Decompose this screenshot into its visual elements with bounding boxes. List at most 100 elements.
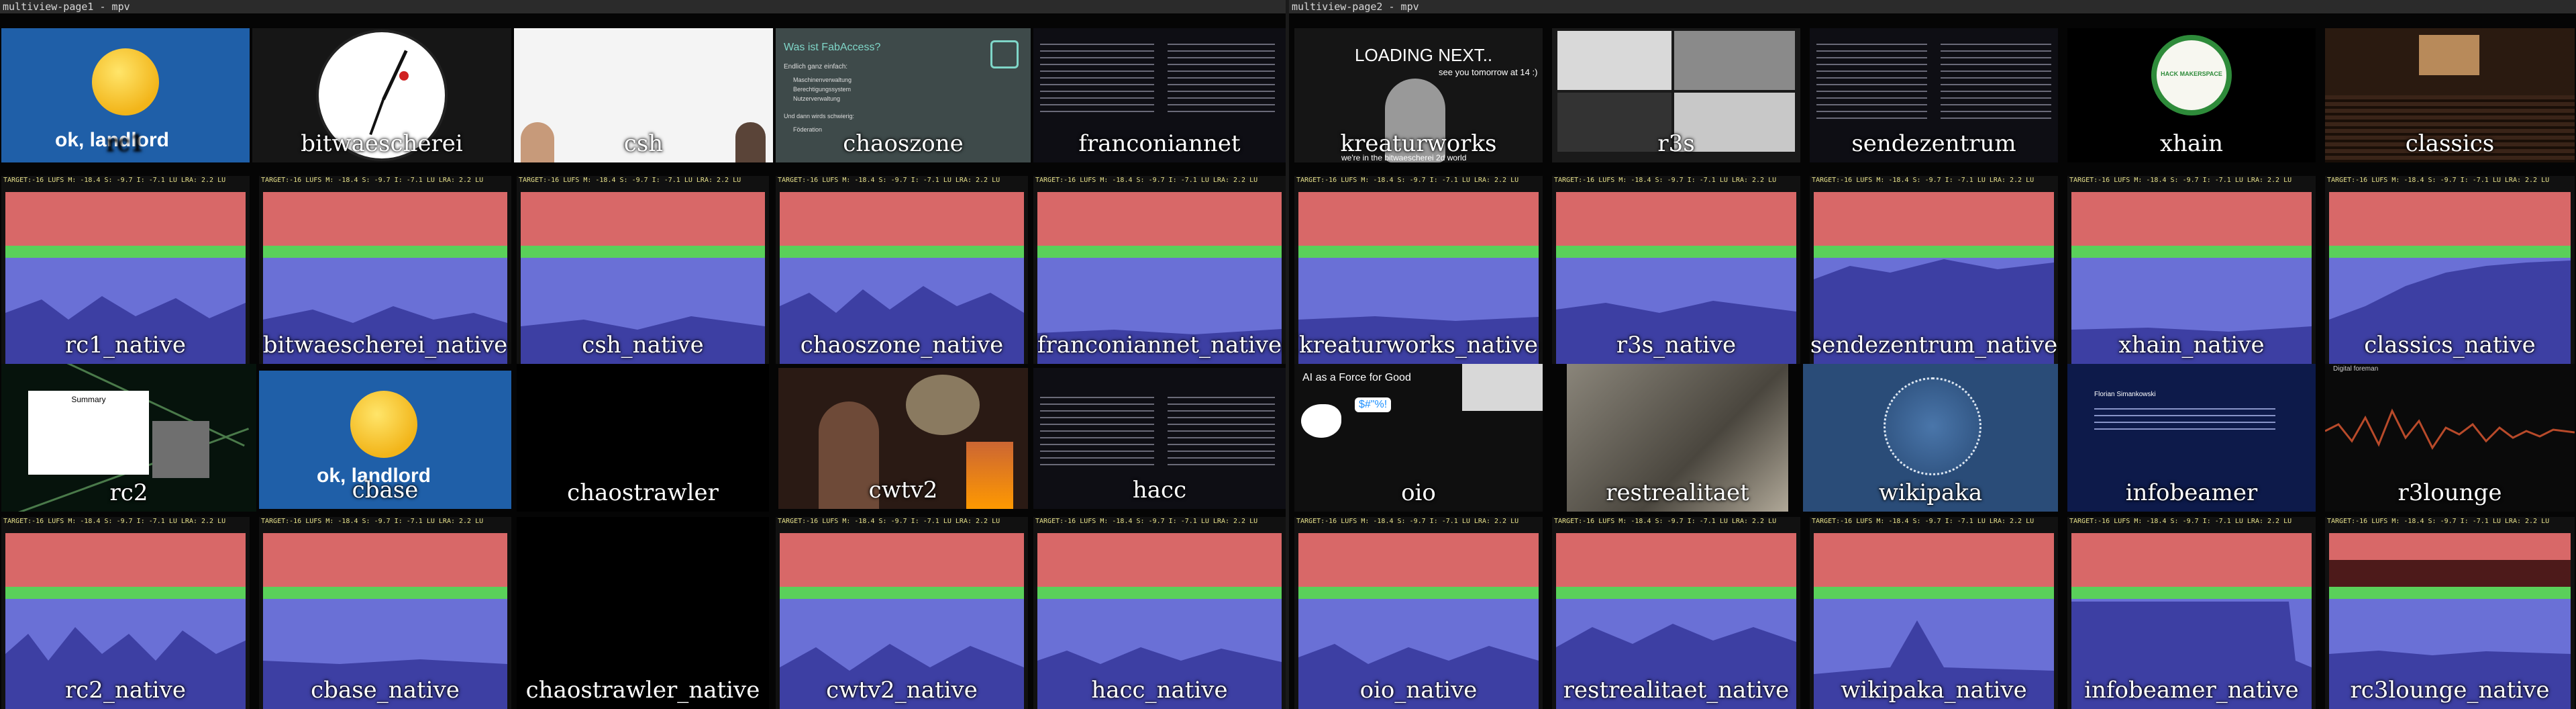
mpv-window-page2[interactable]: multiview-page2 - mpv LOADING NEXT.. see…	[1289, 0, 2576, 709]
xhain-logo-icon: HACK MAKERSPACE	[2151, 35, 2232, 115]
video-label: r3lounge	[2398, 479, 2502, 506]
video-tile-oio: AI as a Force for Good $#"%! oio	[1294, 364, 1543, 512]
video-label: xhain	[2159, 130, 2224, 157]
video-label: cwtv2	[868, 477, 938, 504]
meter-label: rc1_native	[65, 332, 186, 359]
video-label: r3s	[1657, 130, 1695, 157]
thinking-emoji-icon	[350, 391, 417, 458]
meter-label: infobeamer_native	[2084, 677, 2299, 704]
fabaccess-logo-icon	[990, 40, 1019, 68]
slide-text: Und dann wirds schwierig:	[784, 113, 855, 120]
audio-meter-chaoszone: TARGET:-16 LUFS M: -18.4 S: -9.7 I: -7.1…	[776, 176, 1028, 364]
audio-meter-cwtv2: TARGET:-16 LUFS M: -18.4 S: -9.7 I: -7.1…	[776, 517, 1028, 709]
loudness-stats: TARGET:-16 LUFS M: -18.4 S: -9.7 I: -7.1…	[1, 517, 250, 526]
speech-bubble: $#"%!	[1355, 397, 1392, 412]
audio-meter-rc3lounge: TARGET:-16 LUFS M: -18.4 S: -9.7 I: -7.1…	[2325, 517, 2575, 709]
wikipaka-logo-icon	[1884, 377, 1981, 475]
brain-illustration	[906, 375, 980, 435]
video-label: infobeamer	[2125, 479, 2258, 506]
loudness-stats: TARGET:-16 LUFS M: -18.4 S: -9.7 I: -7.1…	[776, 517, 1028, 526]
tweet-author: Florian Simankowski	[2094, 391, 2156, 398]
loudness-stats: TARGET:-16 LUFS M: -18.4 S: -9.7 I: -7.1…	[1, 176, 250, 185]
window-titlebar[interactable]: multiview-page1 - mpv	[0, 0, 1286, 13]
audio-meter-xhain: TARGET:-16 LUFS M: -18.4 S: -9.7 I: -7.1…	[2067, 176, 2316, 364]
loudness-stats: TARGET:-16 LUFS M: -18.4 S: -9.7 I: -7.1…	[1294, 517, 1543, 526]
loudness-stats: TARGET:-16 LUFS M: -18.4 S: -9.7 I: -7.1…	[1810, 176, 2058, 185]
meter-label: wikipaka_native	[1841, 677, 2027, 704]
schedule-lines	[1040, 391, 1154, 465]
loudness-stats: TARGET:-16 LUFS M: -18.4 S: -9.7 I: -7.1…	[776, 176, 1028, 185]
slide-bullet: Maschinenverwaltung	[793, 77, 852, 83]
meter-label: classics_native	[2364, 332, 2536, 359]
video-label: sendezentrum	[1851, 130, 2016, 157]
loudness-stats: TARGET:-16 LUFS M: -18.4 S: -9.7 I: -7.1…	[1810, 517, 2058, 526]
schedule-lines	[1168, 391, 1275, 465]
video-label: rc2	[109, 479, 148, 506]
meter-label: oio_native	[1359, 677, 1478, 704]
xhain-logo-text: HACK MAKERSPACE	[2161, 70, 2222, 77]
schedule-text: see you tomorrow at 14 :)	[1439, 67, 1538, 77]
mpv-window-page1[interactable]: multiview-page1 - mpv ok, landlord rc1 b…	[0, 0, 1286, 709]
meter-label: rc2_native	[65, 677, 186, 704]
video-label: franconiannet	[1078, 130, 1241, 157]
call-participant	[1557, 31, 1671, 90]
video-label: oio	[1401, 479, 1436, 506]
meter-label: r3s_native	[1616, 332, 1737, 359]
loudness-stats: TARGET:-16 LUFS M: -18.4 S: -9.7 I: -7.1…	[1552, 176, 1800, 185]
loudness-stats: TARGET:-16 LUFS M: -18.4 S: -9.7 I: -7.1…	[259, 517, 511, 526]
audio-meter-rc2: TARGET:-16 LUFS M: -18.4 S: -9.7 I: -7.1…	[1, 517, 250, 709]
audio-meter-oio: TARGET:-16 LUFS M: -18.4 S: -9.7 I: -7.1…	[1294, 517, 1543, 709]
video-tile-bitwaescherei: bitwaescherei	[252, 28, 511, 162]
waveform	[2325, 408, 2575, 450]
loudness-stats: TARGET:-16 LUFS M: -18.4 S: -9.7 I: -7.1…	[259, 176, 511, 185]
meter-label: chaoszone_native	[800, 332, 1004, 359]
summary-title: Summary	[71, 395, 106, 404]
audio-meter-rc1: TARGET:-16 LUFS M: -18.4 S: -9.7 I: -7.1…	[1, 176, 250, 364]
audio-meter-wikipaka: TARGET:-16 LUFS M: -18.4 S: -9.7 I: -7.1…	[1810, 517, 2058, 709]
video-tile-rc2: Summary rc2	[1, 364, 256, 512]
video-tile-xhain: HACK MAKERSPACE xhain	[2067, 28, 2316, 162]
twitter-bird-icon	[1301, 404, 1341, 438]
video-tile-infobeamer: Florian Simankowski infobeamer	[2067, 364, 2316, 512]
meter-label: kreaturworks_native	[1299, 332, 1538, 359]
meter-label: franconiannet_native	[1037, 332, 1282, 359]
schedule-lines	[1941, 38, 2051, 119]
loudness-stats: TARGET:-16 LUFS M: -18.4 S: -9.7 I: -7.1…	[1294, 176, 1543, 185]
video-label: chaoszone	[843, 130, 964, 157]
video-label: kreaturworks	[1340, 130, 1497, 157]
loudness-stats: TARGET:-16 LUFS M: -18.4 S: -9.7 I: -7.1…	[1033, 176, 1286, 185]
video-label: hacc	[1132, 477, 1187, 504]
auditorium-screen	[2419, 35, 2479, 75]
video-label: rc1	[106, 130, 145, 157]
video-label: restrealitaet	[1606, 479, 1749, 506]
loudness-stats: TARGET:-16 LUFS M: -18.4 S: -9.7 I: -7.1…	[2325, 176, 2575, 185]
meter-label: bitwaescherei_native	[262, 332, 508, 359]
audio-meter-classics: TARGET:-16 LUFS M: -18.4 S: -9.7 I: -7.1…	[2325, 176, 2575, 364]
window-titlebar[interactable]: multiview-page2 - mpv	[1289, 0, 2576, 13]
loudness-stats: TARGET:-16 LUFS M: -18.4 S: -9.7 I: -7.1…	[517, 176, 769, 185]
slide-title: Was ist FabAccess?	[784, 42, 881, 53]
meter-label: sendezentrum_native	[1810, 332, 2058, 359]
loudness-stats: TARGET:-16 LUFS M: -18.4 S: -9.7 I: -7.1…	[2067, 517, 2316, 526]
meter-label: cwtv2_native	[826, 677, 978, 704]
speaker-inset	[152, 421, 209, 478]
loudness-stats: TARGET:-16 LUFS M: -18.4 S: -9.7 I: -7.1…	[2067, 176, 2316, 185]
video-tile-franconiannet: franconiannet	[1033, 28, 1286, 162]
video-tile-sendezentrum: sendezentrum	[1810, 28, 2058, 162]
video-label: csh	[623, 130, 664, 157]
schedule-lines	[1168, 38, 1275, 112]
loudness-stats: TARGET:-16 LUFS M: -18.4 S: -9.7 I: -7.1…	[1033, 517, 1286, 526]
video-label: chaostrawler	[567, 479, 719, 506]
slide-subtitle: Endlich ganz einfach:	[784, 63, 848, 70]
meter-label: restrealitaet_native	[1563, 677, 1790, 704]
video-tile-chaostrawler: chaostrawler	[517, 364, 769, 512]
video-tile-cbase: ok, landlord cbase	[259, 371, 511, 509]
video-tile-kreaturworks: LOADING NEXT.. see you tomorrow at 14 :)…	[1294, 28, 1543, 162]
meter-label: hacc_native	[1091, 677, 1228, 704]
thinking-emoji-icon	[92, 48, 159, 115]
meter-label: chaostrawler_native	[525, 677, 760, 704]
audio-meter-hacc: TARGET:-16 LUFS M: -18.4 S: -9.7 I: -7.1…	[1033, 517, 1286, 709]
call-participant	[1674, 31, 1795, 90]
audio-meter-chaostrawler: chaostrawler_native	[517, 517, 769, 709]
video-tile-hacc: hacc	[1033, 368, 1286, 509]
